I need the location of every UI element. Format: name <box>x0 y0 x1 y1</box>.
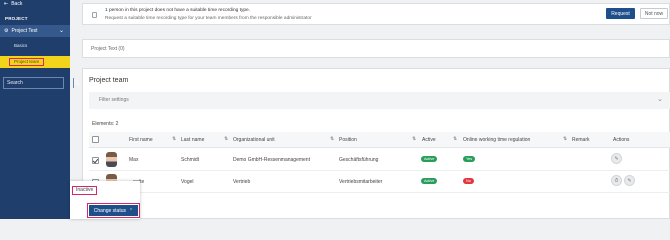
column-first-name[interactable]: First name <box>129 137 153 143</box>
column-org-unit[interactable]: Organizational unit <box>233 137 275 143</box>
sidebar-item-project-test[interactable]: ⚙ Project Test ⌄ <box>0 25 70 37</box>
sidebar-item-project-team[interactable]: Project team <box>0 56 70 68</box>
sort-arrows-icon[interactable]: ⇅ <box>330 136 334 142</box>
project-team-panel: Project team Filter settings ⌄ Elements:… <box>82 68 670 219</box>
column-actions: Actions <box>613 137 630 143</box>
column-remark: Remark <box>572 137 590 143</box>
project-text-label: Project Text (0) <box>91 46 125 52</box>
change-status-highlight: Change status ⌃ <box>87 203 140 218</box>
cell-position: Vertriebsmitarbeiter <box>339 179 383 185</box>
logout-arrow-icon: ⇤ <box>4 1 9 7</box>
online-badge: No <box>463 178 474 184</box>
back-link[interactable]: ⇤ Back <box>4 1 22 7</box>
project-text-panel[interactable]: Project Text (0) <box>82 39 670 58</box>
online-badge: Yes <box>463 156 476 162</box>
row-checkbox[interactable] <box>92 157 99 164</box>
sort-arrows-icon[interactable]: ⇅ <box>412 136 416 142</box>
page-title: Project team <box>89 77 129 84</box>
sort-arrows-icon[interactable]: ⇅ <box>563 136 567 142</box>
edit-button[interactable]: ✎ <box>611 153 622 164</box>
column-last-name[interactable]: Last name <box>181 137 204 143</box>
search-input[interactable] <box>4 78 73 88</box>
status-badge: Active <box>421 178 438 184</box>
sidebar-section-project: PROJECT <box>5 16 28 21</box>
column-active[interactable]: Active <box>422 137 436 143</box>
sort-arrows-icon[interactable]: ⇅ <box>224 136 228 142</box>
sidebar-item-basics[interactable]: Basics <box>14 43 27 48</box>
magnifier-icon <box>74 80 80 86</box>
cell-position: Geschäftsführung <box>339 157 379 163</box>
column-position[interactable]: Position <box>339 137 357 143</box>
sidebar-item-label: Project Test <box>11 28 38 34</box>
sort-arrows-icon[interactable]: ⇅ <box>453 136 457 142</box>
sidebar-item-label: Project team <box>9 58 45 66</box>
elements-count: Elements: 2 <box>92 121 119 127</box>
cell-last-name: Vogel <box>181 179 194 185</box>
change-status-label: Change status <box>93 207 127 214</box>
search-button[interactable] <box>73 78 80 88</box>
change-status-button[interactable]: Change status ⌃ <box>89 205 138 216</box>
not-now-button[interactable]: Not now <box>640 8 668 19</box>
column-online-working-time[interactable]: Online working time regulation <box>463 137 530 143</box>
table-header: First name ⇅ Last name ⇅ Organizational … <box>89 132 670 148</box>
chevron-down-icon: ⌄ <box>657 96 663 103</box>
cell-last-name: Schmidt <box>181 157 200 163</box>
select-all-checkbox[interactable] <box>92 136 99 143</box>
notice-text: Request a suitable time recording type f… <box>105 16 312 21</box>
cell-first-name: Max <box>129 157 139 163</box>
time-icon-button[interactable]: ⏱ <box>611 175 622 186</box>
sidebar: ⇤ Back PROJECT ⚙ Project Test ⌄ Basics P… <box>0 0 80 219</box>
chevron-down-icon: ⌄ <box>58 28 64 34</box>
inactive-option[interactable]: Inactive <box>72 186 98 195</box>
back-label: Back <box>11 1 23 7</box>
document-icon <box>92 12 97 18</box>
table-row[interactable]: Max Schmidt Demo GmbH-Ressenmanagement G… <box>89 149 670 171</box>
notice-title: 1 person in this project does not have a… <box>105 8 251 13</box>
table-row[interactable]: ...nette Vogel Vertrieb Vertriebsmitarbe… <box>89 171 670 193</box>
avatar <box>106 152 117 167</box>
sort-arrows-icon[interactable]: ⇅ <box>172 136 176 142</box>
cell-org-unit: Demo GmbH-Ressenmanagement <box>233 157 310 163</box>
edit-button[interactable]: ✎ <box>624 175 635 186</box>
sidebar-search <box>3 77 80 89</box>
chevron-up-icon: ⌃ <box>129 207 134 214</box>
status-badge: Active <box>421 156 438 162</box>
filter-settings[interactable]: Filter settings ⌄ <box>89 92 670 109</box>
gear-icon: ⚙ <box>4 28 9 34</box>
filter-label: Filter settings <box>99 97 129 103</box>
request-button[interactable]: Request <box>606 8 635 19</box>
cell-org-unit: Vertrieb <box>233 179 251 185</box>
time-recording-notice: 1 person in this project does not have a… <box>82 3 670 25</box>
